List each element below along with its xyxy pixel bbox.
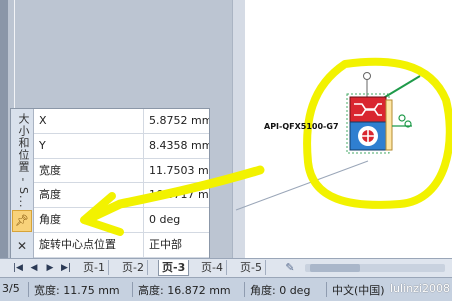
insert-page-icon[interactable]: ✎	[283, 261, 297, 275]
tab-page-4[interactable]: 页-4	[198, 260, 227, 275]
page-count[interactable]: 3/5	[2, 282, 20, 295]
property-label: X	[34, 109, 144, 133]
property-row-x[interactable]: X 5.8752 mm	[34, 109, 209, 134]
pane-edge	[0, 0, 8, 258]
property-row-height[interactable]: 高度 16.8717 mr	[34, 183, 209, 209]
status-width: 宽度: 11.75 mm	[34, 284, 120, 297]
status-divider	[326, 282, 327, 297]
property-value-select[interactable]: 正中部	[144, 233, 209, 257]
tab-page-5[interactable]: 页-5	[237, 260, 266, 275]
next-page-button[interactable]: ▶	[44, 261, 56, 275]
property-row-pin-position[interactable]: 旋转中心点位置 正中部	[34, 232, 209, 258]
property-value-input[interactable]: 5.8752 mm	[144, 109, 209, 133]
pin-icon: 📌︎	[15, 214, 29, 227]
first-page-button[interactable]: |◀	[12, 261, 24, 275]
shape-label: API-QFX5100-G7	[264, 122, 339, 131]
watermark-text: lulinzi2008	[390, 282, 450, 295]
property-label: 高度	[34, 183, 144, 208]
tab-page-3[interactable]: 页-3	[158, 260, 190, 276]
close-button[interactable]: ✕	[12, 235, 32, 257]
window-title: 大小和位置 - S...	[17, 113, 30, 209]
status-divider	[132, 282, 133, 297]
tab-page-1[interactable]: 页-1	[80, 260, 109, 275]
status-angle: 角度: 0 deg	[250, 284, 311, 297]
window-side-bar: 大小和位置 - S... 📌︎ ✕	[11, 109, 34, 259]
property-list: X 5.8752 mm Y 8.4358 mm 宽度 11.7503 mr 高度…	[34, 109, 209, 258]
status-divider	[28, 282, 29, 297]
property-value-input[interactable]: 16.8717 mr	[144, 183, 209, 207]
size-position-window: 大小和位置 - S... 📌︎ ✕ X 5.8752 mm Y 8.4358 m…	[10, 108, 210, 260]
property-row-y[interactable]: Y 8.4358 mm	[34, 133, 209, 159]
scrollbar-thumb[interactable]	[310, 264, 360, 272]
status-bar: 3/5 宽度: 11.75 mm 高度: 16.872 mm 角度: 0 deg…	[0, 277, 452, 301]
property-value-input[interactable]: 11.7503 mr	[144, 159, 209, 183]
property-label: 宽度	[34, 158, 144, 183]
page-tab-bar: |◀ ◀ ▶ ▶| 页-1 页-2 页-3 页-4 页-5 ✎	[0, 258, 452, 277]
vertical-scrollbar[interactable]	[232, 0, 245, 258]
property-label: 旋转中心点位置	[34, 232, 144, 257]
pin-button[interactable]: 📌︎	[12, 210, 32, 232]
property-row-angle[interactable]: 角度 0 deg	[34, 208, 209, 233]
property-row-width[interactable]: 宽度 11.7503 mr	[34, 158, 209, 184]
prev-page-button[interactable]: ◀	[28, 261, 40, 275]
status-divider	[244, 282, 245, 297]
close-icon: ✕	[16, 239, 28, 253]
property-value-input[interactable]: 8.4358 mm	[144, 134, 209, 158]
property-label: Y	[34, 133, 144, 158]
property-value-input[interactable]: 0 deg	[144, 208, 209, 232]
tab-page-2[interactable]: 页-2	[119, 260, 148, 275]
status-language[interactable]: 中文(中国)	[332, 282, 385, 298]
divider-line	[14, 0, 15, 110]
last-page-button[interactable]: ▶|	[60, 261, 72, 275]
property-label: 角度	[34, 208, 144, 232]
status-height: 高度: 16.872 mm	[138, 284, 231, 297]
